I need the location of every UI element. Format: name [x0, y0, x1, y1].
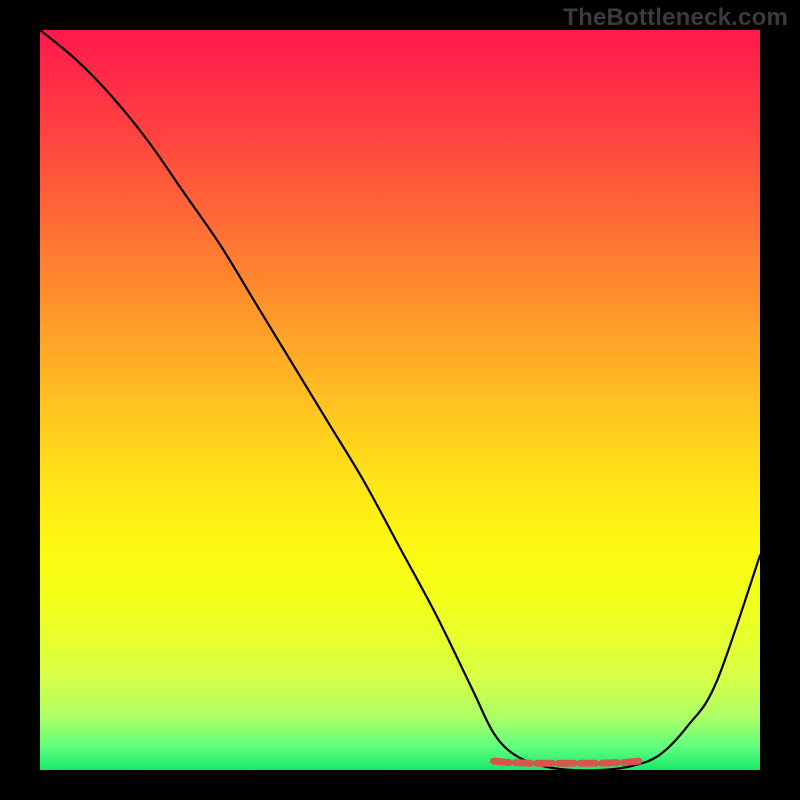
floor-dash — [623, 761, 639, 763]
plot-area — [40, 30, 760, 770]
curve-layer — [40, 30, 760, 770]
floor-dash — [602, 763, 618, 764]
floor-dash-group — [494, 761, 639, 763]
bottleneck-curve — [40, 30, 760, 770]
floor-dash — [515, 763, 531, 764]
floor-dash — [494, 761, 510, 763]
chart-frame: TheBottleneck.com — [0, 0, 800, 800]
watermark-text: TheBottleneck.com — [563, 4, 788, 32]
